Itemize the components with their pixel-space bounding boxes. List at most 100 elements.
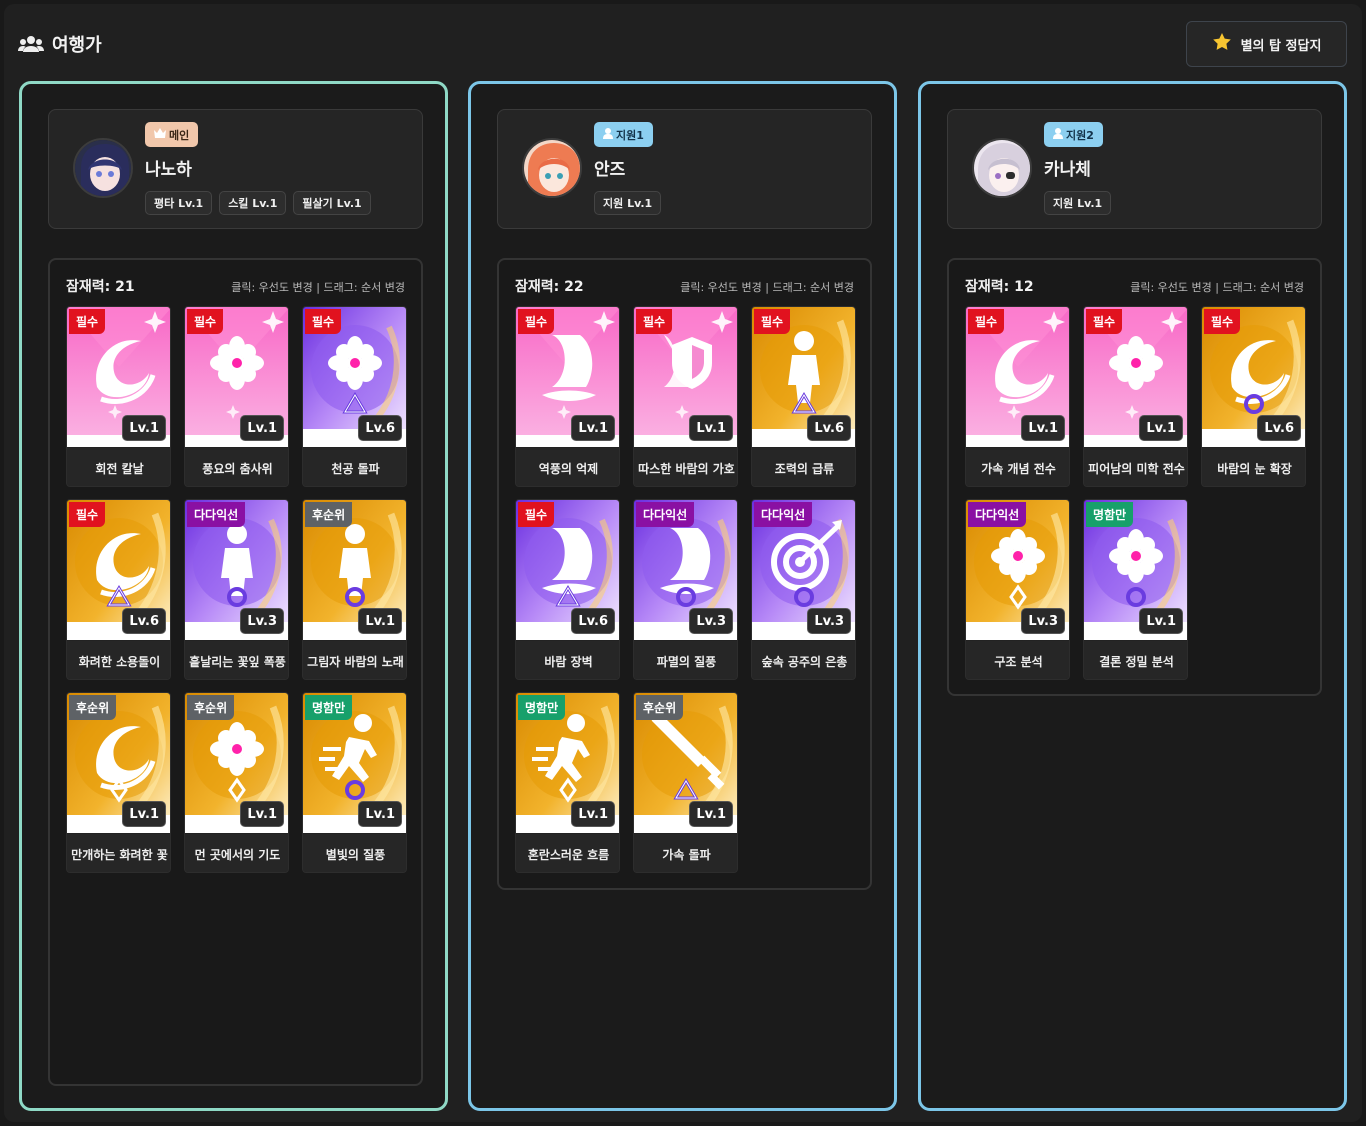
skill-level-chip[interactable]: 필살기 Lv.1 — [293, 191, 371, 215]
person-icon — [1053, 127, 1063, 142]
potential-total: 잠재력: 22 — [515, 279, 584, 295]
priority-tag: 필수 — [69, 309, 106, 334]
priority-tag: 후순위 — [69, 695, 117, 720]
card-level: Lv.1 — [571, 415, 615, 441]
card-name: 피어남의 미학 전수 — [1084, 448, 1187, 486]
potential-card[interactable]: 필수 Lv.6 바람의 눈 확장 — [1201, 306, 1306, 487]
character-name: 안즈 — [594, 160, 626, 180]
role-badge: 지원1 — [594, 122, 653, 147]
priority-tag: 필수 — [968, 309, 1005, 334]
potential-hint: 클릭: 우선도 변경 | 드래그: 순서 변경 — [231, 281, 405, 294]
priority-tag: 필수 — [754, 309, 791, 334]
card-name: 따스한 바람의 가호 — [634, 448, 737, 486]
skill-level-chip[interactable]: 지원 Lv.1 — [594, 191, 662, 215]
potential-total: 잠재력: 12 — [965, 279, 1034, 295]
priority-tag: 명함만 — [1086, 502, 1134, 527]
card-level: Lv.1 — [571, 801, 615, 827]
card-level: Lv.1 — [122, 801, 166, 827]
card-level: Lv.1 — [240, 415, 284, 441]
potential-card-grid: 필수 Lv.1 회전 칼날 필수 Lv.1 풍요의 춤사위 필수 Lv.6 천공… — [66, 306, 407, 873]
page-header: 여행가 — [18, 30, 102, 58]
priority-tag: 후순위 — [305, 502, 353, 527]
card-level: Lv.1 — [1021, 415, 1065, 441]
potential-card[interactable]: 필수 Lv.1 풍요의 춤사위 — [184, 306, 289, 487]
card-level: Lv.3 — [240, 608, 284, 634]
card-level: Lv.3 — [807, 608, 851, 634]
potential-card[interactable]: 다다익선 Lv.3 파멸의 질풍 — [633, 499, 738, 680]
traveler-column-2: 지원1 안즈 지원 Lv.1 잠재력: 22 클릭: 우선도 변경 | 드래그:… — [468, 81, 897, 1111]
card-name: 흩날리는 꽃잎 폭풍 — [185, 641, 288, 679]
character-card[interactable]: 메인 나노하 평타 Lv.1 스킬 Lv.1 필살기 Lv.1 — [48, 109, 423, 229]
potential-card[interactable]: 후순위 Lv.1 가속 돌파 — [633, 692, 738, 873]
priority-tag: 명함만 — [518, 695, 566, 720]
priority-tag: 필수 — [69, 502, 106, 527]
priority-tag: 후순위 — [636, 695, 684, 720]
priority-tag: 필수 — [1204, 309, 1241, 334]
card-level: Lv.1 — [240, 801, 284, 827]
card-level: Lv.1 — [1139, 608, 1183, 634]
character-card[interactable]: 지원1 안즈 지원 Lv.1 — [497, 109, 872, 229]
potential-card[interactable]: 명함만 Lv.1 결론 정밀 분석 — [1083, 499, 1188, 680]
answer-sheet-button[interactable]: 별의 탑 정답지 — [1186, 21, 1347, 67]
potential-card-grid: 필수 Lv.1 가속 개념 전수 필수 Lv.1 피어남의 미학 전수 필수 L… — [965, 306, 1306, 680]
priority-tag: 필수 — [636, 309, 673, 334]
skill-level-chip[interactable]: 스킬 Lv.1 — [219, 191, 287, 215]
character-name: 카나체 — [1044, 160, 1091, 180]
skill-level-chip[interactable]: 평타 Lv.1 — [145, 191, 213, 215]
star-icon — [1212, 32, 1232, 56]
card-name: 천공 돌파 — [303, 448, 406, 486]
potential-card[interactable]: 필수 Lv.1 역풍의 억제 — [515, 306, 620, 487]
potential-panel: 잠재력: 12 클릭: 우선도 변경 | 드래그: 순서 변경 필수 Lv.1 … — [947, 258, 1322, 696]
potential-card[interactable]: 필수 Lv.1 회전 칼날 — [66, 306, 171, 487]
users-icon — [18, 34, 44, 54]
card-name: 별빛의 질풍 — [303, 834, 406, 872]
card-name: 만개하는 화려한 꽃 — [67, 834, 170, 872]
potential-card[interactable]: 필수 Lv.1 피어남의 미학 전수 — [1083, 306, 1188, 487]
potential-card[interactable]: 필수 Lv.6 화려한 소용돌이 — [66, 499, 171, 680]
potential-card[interactable]: 명함만 Lv.1 혼란스러운 흐름 — [515, 692, 620, 873]
card-name: 파멸의 질풍 — [634, 641, 737, 679]
skill-level-chip[interactable]: 지원 Lv.1 — [1044, 191, 1112, 215]
potential-hint: 클릭: 우선도 변경 | 드래그: 순서 변경 — [1130, 281, 1304, 294]
priority-tag: 필수 — [518, 502, 555, 527]
potential-hint: 클릭: 우선도 변경 | 드래그: 순서 변경 — [680, 281, 854, 294]
skill-levels: 지원 Lv.1 — [594, 191, 662, 215]
card-name: 혼란스러운 흐름 — [516, 834, 619, 872]
character-avatar — [522, 138, 582, 198]
potential-card[interactable]: 명함만 Lv.1 별빛의 질풍 — [302, 692, 407, 873]
card-level: Lv.6 — [807, 415, 851, 441]
card-name: 그림자 바람의 노래 — [303, 641, 406, 679]
potential-card[interactable]: 후순위 Lv.1 만개하는 화려한 꽃 — [66, 692, 171, 873]
character-avatar — [972, 138, 1032, 198]
card-level: Lv.3 — [689, 608, 733, 634]
potential-card[interactable]: 후순위 Lv.1 먼 곳에서의 기도 — [184, 692, 289, 873]
character-name: 나노하 — [145, 160, 192, 180]
skill-levels: 평타 Lv.1 스킬 Lv.1 필살기 Lv.1 — [145, 191, 371, 215]
potential-card[interactable]: 필수 Lv.1 따스한 바람의 가호 — [633, 306, 738, 487]
card-level: Lv.6 — [122, 608, 166, 634]
potential-card[interactable]: 필수 Lv.6 조력의 급류 — [751, 306, 856, 487]
potential-card[interactable]: 필수 Lv.6 천공 돌파 — [302, 306, 407, 487]
card-name: 회전 칼날 — [67, 448, 170, 486]
card-name: 구조 분석 — [966, 641, 1069, 679]
potential-card[interactable]: 다다익선 Lv.3 흩날리는 꽃잎 폭풍 — [184, 499, 289, 680]
card-name: 풍요의 춤사위 — [185, 448, 288, 486]
character-avatar — [73, 138, 133, 198]
card-name: 바람의 눈 확장 — [1202, 448, 1305, 486]
potential-card[interactable]: 다다익선 Lv.3 숲속 공주의 은총 — [751, 499, 856, 680]
card-level: Lv.3 — [1021, 608, 1065, 634]
card-level: Lv.1 — [358, 801, 402, 827]
card-name: 가속 돌파 — [634, 834, 737, 872]
priority-tag: 다다익선 — [754, 502, 813, 527]
potential-card[interactable]: 필수 Lv.1 가속 개념 전수 — [965, 306, 1070, 487]
role-label: 지원2 — [1066, 128, 1094, 142]
potential-card[interactable]: 필수 Lv.6 바람 장벽 — [515, 499, 620, 680]
potential-card[interactable]: 다다익선 Lv.3 구조 분석 — [965, 499, 1070, 680]
potential-card[interactable]: 후순위 Lv.1 그림자 바람의 노래 — [302, 499, 407, 680]
card-name: 화려한 소용돌이 — [67, 641, 170, 679]
priority-tag: 다다익선 — [636, 502, 695, 527]
character-card[interactable]: 지원2 카나체 지원 Lv.1 — [947, 109, 1322, 229]
card-name: 바람 장벽 — [516, 641, 619, 679]
potential-total: 잠재력: 21 — [66, 279, 135, 295]
card-name: 숲속 공주의 은총 — [752, 641, 855, 679]
